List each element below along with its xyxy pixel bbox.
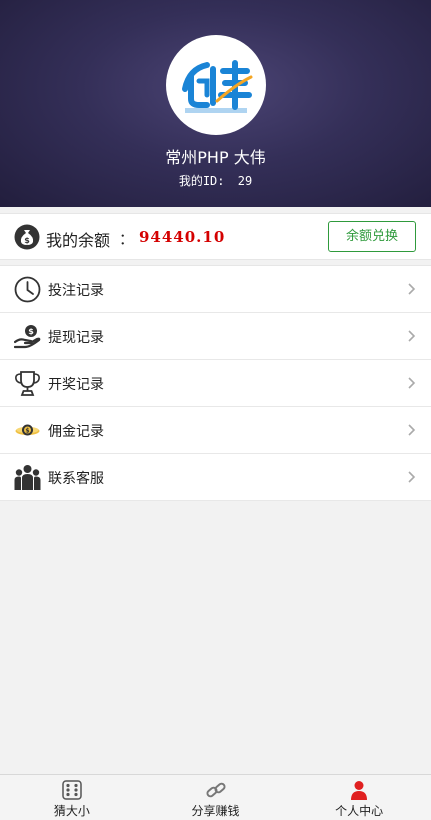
svg-text:$: $ (28, 327, 34, 336)
bottom-tab-bar: 猜大小 分享赚钱 个人中心 (0, 774, 431, 820)
menu-item-customer-service[interactable]: 联系客服 (0, 454, 431, 501)
chevron-right-icon (408, 424, 416, 436)
chevron-right-icon (408, 283, 416, 295)
menu-item-draw-records[interactable]: 开奖记录 (0, 360, 431, 407)
menu-item-label: 佣金记录 (48, 424, 104, 440)
money-hand-icon: $ (14, 325, 41, 349)
svg-text:$: $ (24, 236, 30, 245)
chevron-right-icon (408, 377, 416, 389)
app-root: 常州PHP 大伟 我的ID: 29 $ 我的余额 ： 94440.10 余额兑换… (0, 0, 431, 820)
menu-item-label: 联系客服 (48, 471, 104, 487)
person-icon (351, 781, 368, 800)
menu-list: 投注记录 $ 提现记录 开奖记录 $ 佣金记录 联系客服 (0, 265, 431, 501)
balance-value: 94440.10 (139, 228, 226, 246)
chevron-right-icon (408, 471, 416, 483)
tab-guess-size[interactable]: 猜大小 (0, 775, 144, 820)
menu-item-withdraw-records[interactable]: $ 提现记录 (0, 313, 431, 360)
user-id-value: 29 (237, 174, 253, 188)
balance-label: 我的余额 (46, 231, 111, 250)
menu-item-bet-records[interactable]: 投注记录 (0, 266, 431, 313)
balance-bar: $ 我的余额 ： 94440.10 余额兑换 (0, 213, 431, 260)
trophy-icon (15, 371, 40, 396)
tab-label: 猜大小 (53, 804, 90, 818)
tab-personal-center[interactable]: 个人中心 (287, 775, 431, 820)
people-icon (14, 465, 41, 490)
menu-item-label: 开奖记录 (48, 377, 104, 393)
coin-icon: $ (15, 424, 40, 436)
menu-item-label: 提现记录 (48, 330, 104, 346)
avatar[interactable] (166, 35, 266, 135)
balance-colon: ： (119, 230, 135, 248)
tab-label: 个人中心 (335, 804, 384, 818)
menu-item-commission-records[interactable]: $ 佣金记录 (0, 407, 431, 454)
money-bag-icon: $ (14, 224, 40, 250)
clock-icon (14, 276, 41, 303)
svg-text:$: $ (25, 428, 29, 435)
user-id-label: 我的ID: (178, 174, 225, 188)
link-icon (205, 782, 226, 798)
exchange-balance-button[interactable]: 余额兑换 (328, 221, 416, 252)
profile-header: 常州PHP 大伟 我的ID: 29 (0, 0, 431, 207)
tab-label: 分享赚钱 (191, 804, 240, 818)
menu-item-label: 投注记录 (48, 283, 104, 299)
username: 常州PHP 大伟 (165, 148, 266, 167)
chevron-right-icon (408, 330, 416, 342)
dice-icon (62, 780, 82, 800)
tab-share-earn[interactable]: 分享赚钱 (144, 775, 288, 820)
logo-icon (182, 60, 253, 113)
user-id: 我的ID: 29 (0, 172, 431, 189)
